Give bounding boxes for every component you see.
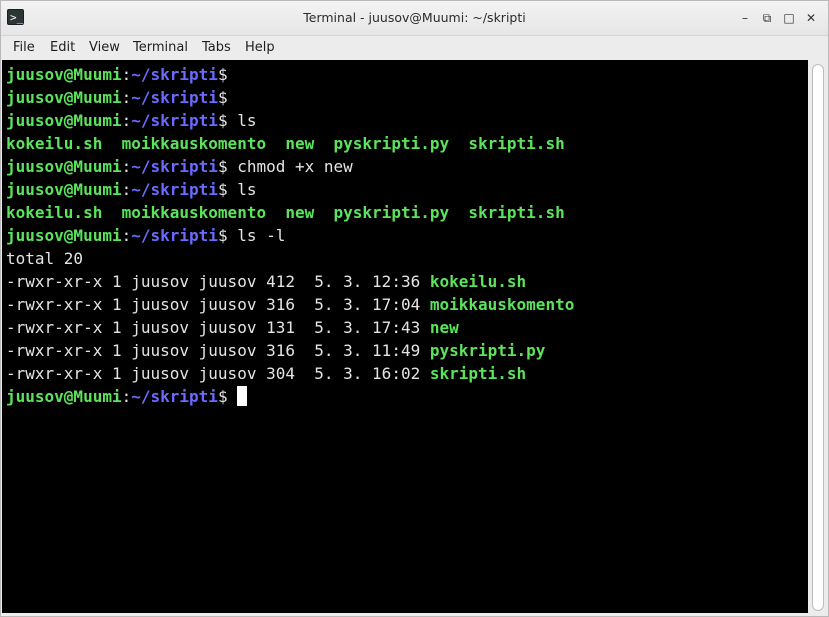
command-text: ls <box>227 111 257 130</box>
ls-output-line: kokeilu.sh moikkauskomento new pyskripti… <box>6 132 565 155</box>
ls-long-row: -rwxr-xr-x 1 juusov juusov 316 5. 3. 17:… <box>6 293 574 316</box>
file-name: pyskripti.py <box>429 341 546 360</box>
title-bar[interactable]: >_ Terminal - juusov@Muumi: ~/skripti – … <box>1 1 828 36</box>
prompt-symbol: $ <box>217 65 228 84</box>
prompt-user: juusov@Muumi <box>6 111 122 130</box>
prompt-symbol: $ <box>217 226 228 245</box>
close-button[interactable]: ✕ <box>805 12 817 24</box>
file-name: new <box>429 318 459 337</box>
prompt-symbol: $ <box>217 88 228 107</box>
menu-view[interactable]: View <box>89 40 120 55</box>
menu-bar: File Edit View Terminal Tabs Help <box>1 36 828 60</box>
terminal-output[interactable]: juusov@Muumi:~/skripti$ juusov@Muumi:~/sk… <box>2 60 808 613</box>
prompt-line: juusov@Muumi:~/skripti$ ls <box>6 109 256 132</box>
file-metadata: -rwxr-xr-x 1 juusov juusov 412 5. 3. 12:… <box>6 272 430 291</box>
prompt-path: ~/skripti <box>131 387 218 406</box>
file-list: kokeilu.sh moikkauskomento new pyskripti… <box>6 134 565 153</box>
prompt-path: ~/skripti <box>131 111 218 130</box>
prompt-line: juusov@Muumi:~/skripti$ chmod +x new <box>6 155 353 178</box>
prompt-line: juusov@Muumi:~/skripti$ <box>6 385 248 408</box>
prompt-user: juusov@Muumi <box>6 157 122 176</box>
prompt-symbol: $ <box>217 111 228 130</box>
text-cursor <box>237 386 248 406</box>
prompt-symbol: $ <box>217 387 228 406</box>
prompt-user: juusov@Muumi <box>6 65 122 84</box>
file-list: kokeilu.sh moikkauskomento new pyskripti… <box>6 203 565 222</box>
prompt-path: ~/skripti <box>131 226 218 245</box>
output-text: total 20 <box>6 249 84 268</box>
prompt-separator: : <box>121 157 132 176</box>
window-title: Terminal - juusov@Muumi: ~/skripti <box>303 10 526 25</box>
prompt-user: juusov@Muumi <box>6 226 122 245</box>
ls-long-row: -rwxr-xr-x 1 juusov juusov 131 5. 3. 17:… <box>6 316 459 339</box>
command-text: ls <box>227 180 257 199</box>
file-metadata: -rwxr-xr-x 1 juusov juusov 304 5. 3. 16:… <box>6 364 430 383</box>
file-metadata: -rwxr-xr-x 1 juusov juusov 316 5. 3. 11:… <box>6 341 430 360</box>
ls-long-row: -rwxr-xr-x 1 juusov juusov 316 5. 3. 11:… <box>6 339 545 362</box>
prompt-user: juusov@Muumi <box>6 180 122 199</box>
prompt-user: juusov@Muumi <box>6 88 122 107</box>
prompt-user: juusov@Muumi <box>6 387 122 406</box>
command-text <box>228 387 238 406</box>
prompt-path: ~/skripti <box>131 65 218 84</box>
prompt-separator: : <box>121 88 132 107</box>
menu-edit[interactable]: Edit <box>50 40 75 55</box>
prompt-symbol: $ <box>217 180 228 199</box>
prompt-separator: : <box>121 111 132 130</box>
prompt-symbol: $ <box>217 157 228 176</box>
file-metadata: -rwxr-xr-x 1 juusov juusov 131 5. 3. 17:… <box>6 318 430 337</box>
prompt-line: juusov@Muumi:~/skripti$ ls <box>6 178 256 201</box>
file-name: skripti.sh <box>429 364 527 383</box>
ls-long-row: -rwxr-xr-x 1 juusov juusov 412 5. 3. 12:… <box>6 270 526 293</box>
menu-tabs[interactable]: Tabs <box>202 40 231 55</box>
prompt-separator: : <box>121 226 132 245</box>
prompt-separator: : <box>121 180 132 199</box>
scrollbar[interactable] <box>809 60 828 613</box>
ls-long-row: -rwxr-xr-x 1 juusov juusov 304 5. 3. 16:… <box>6 362 526 385</box>
menu-file[interactable]: File <box>13 40 35 55</box>
maximize-button[interactable]: □ <box>783 12 795 24</box>
menu-terminal[interactable]: Terminal <box>133 40 188 55</box>
terminal-window: >_ Terminal - juusov@Muumi: ~/skripti – … <box>0 0 829 617</box>
command-text: ls -l <box>227 226 286 245</box>
minimize-button[interactable]: – <box>739 12 751 24</box>
command-text: chmod +x new <box>227 157 353 176</box>
menu-help[interactable]: Help <box>245 40 275 55</box>
prompt-path: ~/skripti <box>131 88 218 107</box>
window-bottom-border <box>1 613 828 616</box>
prompt-line: juusov@Muumi:~/skripti$ <box>6 86 228 109</box>
file-name: moikkauskomento <box>429 295 575 314</box>
prompt-path: ~/skripti <box>131 157 218 176</box>
output-line: total 20 <box>6 247 83 270</box>
prompt-line: juusov@Muumi:~/skripti$ ls -l <box>6 224 285 247</box>
prompt-line: juusov@Muumi:~/skripti$ <box>6 63 228 86</box>
restore-button[interactable]: ⧉ <box>761 12 773 24</box>
file-metadata: -rwxr-xr-x 1 juusov juusov 316 5. 3. 17:… <box>6 295 430 314</box>
prompt-separator: : <box>121 387 132 406</box>
ls-output-line: kokeilu.sh moikkauskomento new pyskripti… <box>6 201 565 224</box>
scrollbar-thumb[interactable] <box>812 64 824 611</box>
prompt-path: ~/skripti <box>131 180 218 199</box>
file-name: kokeilu.sh <box>429 272 527 291</box>
prompt-separator: : <box>121 65 132 84</box>
